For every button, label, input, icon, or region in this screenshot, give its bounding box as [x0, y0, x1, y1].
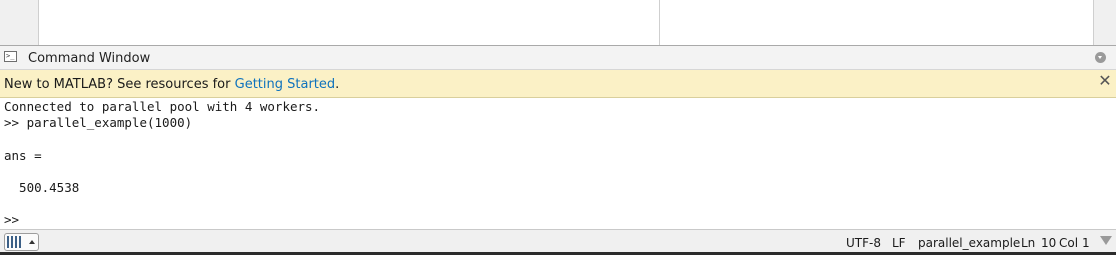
- status-col-label: Col: [1059, 236, 1079, 250]
- command-window-titlebar: >_ Command Window: [0, 46, 1116, 70]
- status-encoding[interactable]: UTF-8: [846, 236, 881, 250]
- chevron-up-icon: [29, 240, 35, 244]
- console-result-value: 500.4538: [4, 180, 80, 195]
- close-icon[interactable]: ✕: [1097, 73, 1113, 89]
- panel-menu-icon[interactable]: [1095, 52, 1106, 63]
- editor-pane-right[interactable]: [660, 0, 1094, 46]
- command-window-console[interactable]: Connected to parallel pool with 4 worker…: [0, 98, 1116, 228]
- resize-grip-icon[interactable]: [1100, 236, 1112, 245]
- layout-toggle-button[interactable]: [4, 233, 39, 251]
- command-prompt[interactable]: >>: [4, 212, 19, 227]
- console-line: ans =: [4, 148, 42, 163]
- getting-started-link[interactable]: Getting Started: [235, 77, 336, 92]
- console-line: Connected to parallel pool with 4 worker…: [4, 99, 321, 114]
- banner-text-prefix: New to MATLAB? See resources for: [4, 77, 235, 92]
- status-file-name: parallel_example: [918, 236, 1021, 250]
- status-line-ending[interactable]: LF: [892, 236, 906, 250]
- status-ln-label: Ln: [1021, 236, 1036, 250]
- banner-text: New to MATLAB? See resources for Getting…: [4, 77, 339, 92]
- layout-toggle-icon: [7, 236, 23, 248]
- status-col-value: 1: [1082, 236, 1090, 250]
- command-window-title: Command Window: [28, 51, 151, 66]
- editor-pane-left[interactable]: [38, 0, 660, 46]
- banner-text-suffix: .: [335, 77, 340, 92]
- editor-area: [0, 0, 1116, 46]
- status-ln-value: 10: [1041, 236, 1057, 250]
- console-line: >> parallel_example(1000): [4, 115, 193, 130]
- getting-started-banner: New to MATLAB? See resources for Getting…: [0, 70, 1116, 98]
- command-window-icon: >_: [4, 51, 17, 62]
